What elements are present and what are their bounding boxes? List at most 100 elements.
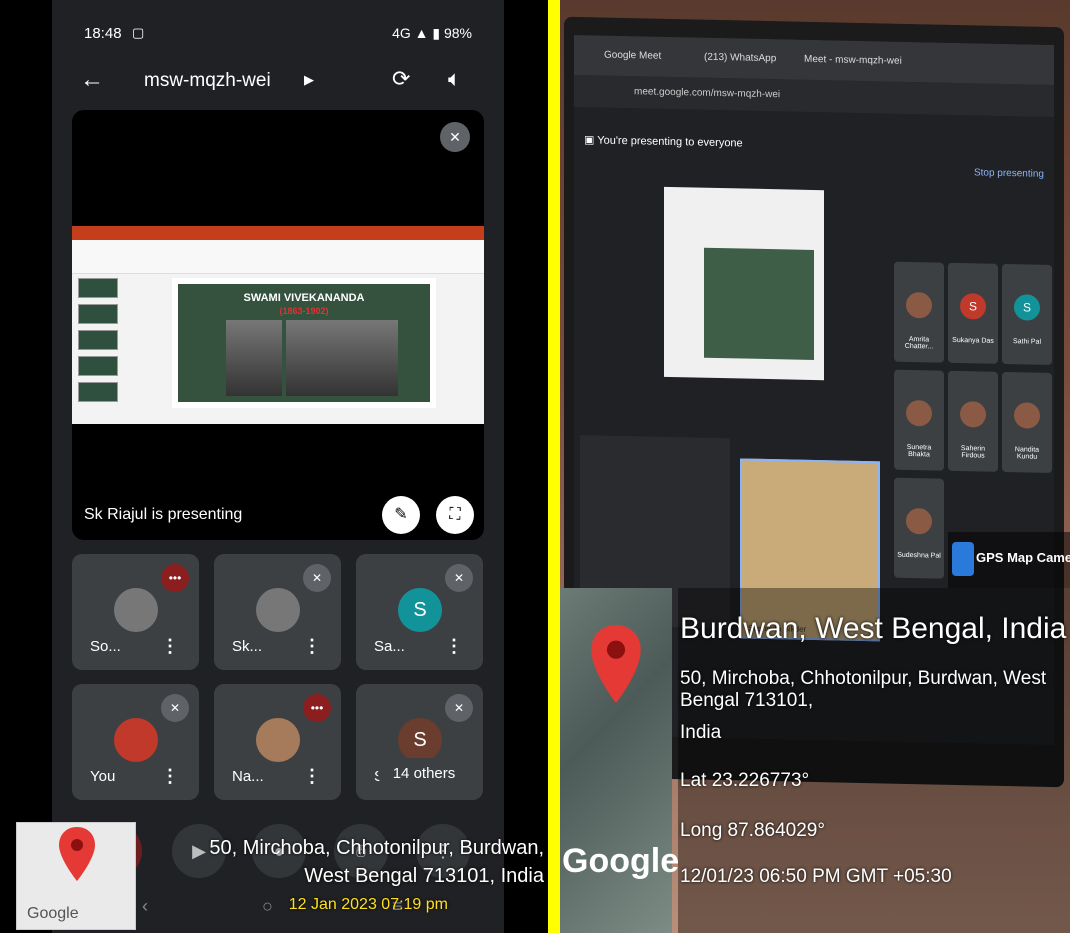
slide-preview [704,247,814,360]
participant-name: Sudeshna Pal [897,551,941,560]
gps-info-panel: Burdwan, West Bengal, India 50, Mirchoba… [678,588,1070,933]
avatar [960,401,986,428]
meeting-code[interactable]: msw-mqzh-wei [144,70,271,92]
participant-tile[interactable]: ✕ You ⋮ [72,684,199,800]
yellow-divider [548,0,560,933]
participant-tile[interactable]: Amrita Chatter... [894,261,944,363]
participant-name: You [90,768,116,785]
mic-off-icon: ✕ [440,122,470,152]
powerpoint-toolbar [72,240,484,274]
presenting-label: Sk Riajul is presenting [84,506,243,523]
gps-datetime: 12 Jan 2023 07:19 pm [288,896,448,913]
participant-tile[interactable]: ••• So... ⋮ [72,554,199,670]
more-options-icon[interactable]: ⋮ [161,766,179,787]
laptop-photo: Google Meet (213) WhatsApp Meet - msw-mq… [560,0,1070,933]
meeting-header: ← msw-mqzh-wei ▶ ⟳ 🔈︎ [52,62,504,102]
presenting-banner: ▣ You're presenting to everyone [584,133,1044,171]
phone-screenshot: 18:48 ▢ 4G ▲ ▮ 98% ← msw-mqzh-wei ▶ ⟳ 🔈︎… [0,0,548,933]
google-logo: Google [27,905,79,922]
unpin-button[interactable]: ✎ [382,496,420,534]
map-pin-icon [59,827,95,881]
others-tile[interactable]: ✕ S S 14 others [356,684,483,800]
tab-meet-call[interactable]: Meet - msw-mqzh-wei [804,54,902,67]
gps-camera-badge: GPS Map Camera [948,532,1070,588]
mic-off-icon: ✕ [161,694,189,722]
mic-off-icon: ✕ [445,694,473,722]
fullscreen-button[interactable]: ⛶ [436,496,474,534]
tab-google-meet[interactable]: Google Meet [604,50,661,62]
gps-map-thumbnail: Google [560,588,679,933]
participant-name: Sa... [374,638,405,655]
gps-camera-icon [952,542,974,576]
status-bar: 18:48 ▢ 4G ▲ ▮ 98% [52,0,504,62]
participant-tile[interactable]: Nandita Kundu [1002,371,1052,473]
participant-name: Sathi Pal [1012,338,1042,346]
tab-whatsapp[interactable]: (213) WhatsApp [704,52,776,65]
more-options-icon[interactable]: ⋮ [303,636,321,657]
participant-name: Amrita Chatter... [904,335,934,351]
mic-off-icon: ✕ [445,564,473,592]
participant-tile[interactable]: ✕ S Sa... ⋮ [356,554,483,670]
participant-tile[interactable]: ••• Na... ⋮ [214,684,341,800]
participant-tile[interactable]: Saherin Firdous [948,370,998,472]
avatar [906,507,932,535]
participant-tile[interactable]: S Sathi Pal [1002,263,1052,365]
participant-tile[interactable]: ✕ Sk... ⋮ [214,554,341,670]
gps-address-line2: India [680,722,722,743]
avatar [114,718,158,762]
gps-longitude: Long 87.864029° [680,820,825,841]
more-options-icon[interactable]: ⋮ [445,636,463,657]
presenting-text: You're presenting to everyone [597,134,743,150]
avatar [906,399,932,427]
mic-off-icon: ✕ [303,564,331,592]
slide-title: SWAMI VIVEKANANDA [243,292,365,304]
gps-address-line1: 50, Mirchoba, Chhotonilpur, Burdwan, [209,837,544,859]
participant-name: Sukanya Das [952,336,994,345]
avatar [256,588,300,632]
participant-name: Sk... [232,638,263,655]
url-text[interactable]: meet.google.com/msw-mqzh-wei [634,86,780,100]
present-icon: ▣ [584,134,598,147]
participant-name: Saherin Firdous [960,445,986,460]
screen-record-icon: ▢ [132,25,145,40]
avatar: S [398,588,442,632]
slide-thumbnails [78,278,122,418]
chevron-right-icon[interactable]: ▶ [304,72,314,88]
avatar: S [960,293,986,320]
back-arrow-icon[interactable]: ← [80,66,104,94]
participant-name: Sunetra Bhakta [906,443,932,459]
google-logo: Google [562,842,680,880]
speaking-icon: ••• [303,694,331,722]
speaker-icon[interactable]: 🔈︎ [448,66,461,92]
participant-tile[interactable]: Sunetra Bhakta [894,369,944,471]
participant-tile[interactable]: Sudeshna Pal [894,477,944,579]
gps-latitude: Lat 23.226773° [680,770,810,791]
participant-name: So... [90,638,121,655]
gps-address-line2: West Bengal 713101, India [304,865,544,887]
gps-camera-label: GPS Map Camera [976,550,1070,565]
avatar [906,291,932,319]
current-slide: SWAMI VIVEKANANDA (1863-1902) [172,278,436,408]
gps-map-thumbnail: Google [16,822,136,930]
stop-presenting-button[interactable]: Stop presenting [974,167,1044,179]
status-indicators: 4G ▲ ▮ 98% [392,25,472,41]
avatar [1014,402,1040,429]
gps-address: 50, Mirchoba, Chhotonilpur, Burdwan, Wes… [148,834,544,890]
more-options-icon[interactable]: ⋮ [303,766,321,787]
participant-name: Na... [232,768,264,785]
powerpoint-ribbon [72,226,484,240]
status-time: 18:48 [84,25,122,42]
gps-address-line1: 50, Mirchoba, Chhotonilpur, Burdwan, Wes… [680,668,1047,711]
portrait-photo [338,320,398,396]
switch-camera-icon[interactable]: ⟳ [392,66,410,92]
shared-screen: SWAMI VIVEKANANDA (1863-1902) [72,226,484,424]
avatar: S [1014,294,1040,321]
meet-app: 18:48 ▢ 4G ▲ ▮ 98% ← msw-mqzh-wei ▶ ⟳ 🔈︎… [52,0,504,933]
more-options-icon[interactable]: ⋮ [161,636,179,657]
gps-datetime: 12/01/23 06:50 PM GMT +05:30 [680,866,952,887]
shared-window-preview [664,186,824,381]
avatar [256,718,300,762]
map-pin-icon [591,625,641,703]
others-count[interactable]: 14 others [378,758,470,790]
participant-tile[interactable]: S Sukanya Das [948,262,998,364]
